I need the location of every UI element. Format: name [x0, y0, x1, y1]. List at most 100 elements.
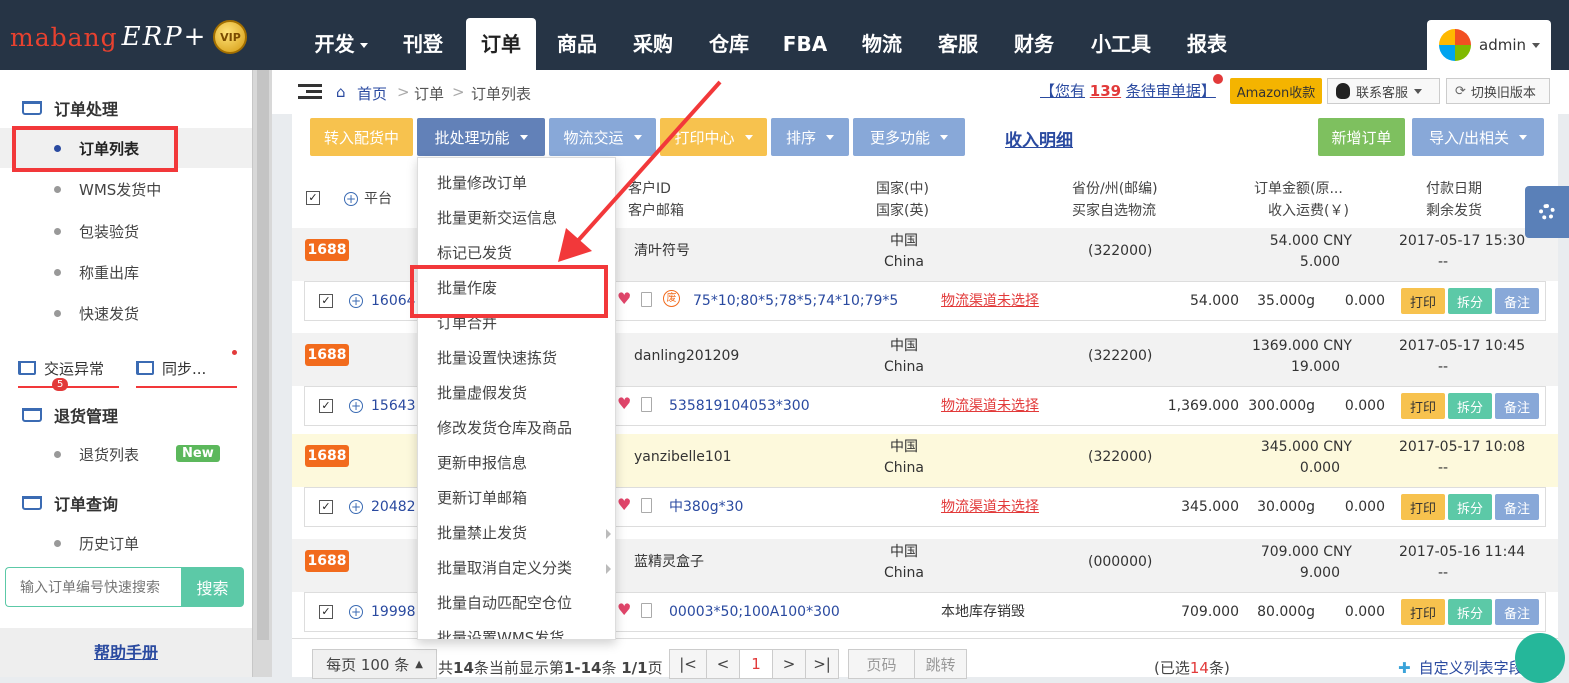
dropdown-item[interactable]: 批量自动匹配空仓位 — [437, 586, 615, 621]
breadcrumb-orders[interactable]: 订单 — [414, 83, 444, 104]
custom-list-fields-link[interactable]: ✚ 自定义列表字段 — [1398, 657, 1524, 678]
expand-row-icon[interactable]: + — [349, 500, 363, 514]
nav-listing[interactable]: 刊登 — [390, 18, 456, 70]
current-page-button[interactable]: 1 — [739, 649, 773, 679]
order-number-link[interactable]: 20482 — [371, 497, 416, 518]
sidebar-item-quick-ship[interactable]: 快速发货 — [54, 303, 139, 324]
prev-page-button[interactable]: < — [706, 649, 740, 679]
sidebar-item-history[interactable]: 历史订单 — [54, 533, 139, 554]
sku-list[interactable]: 中380g*30 — [669, 497, 743, 518]
per-page-select[interactable]: 每页 100 条 ▲ — [312, 649, 437, 679]
import-export-button[interactable]: 导入/出相关 — [1412, 118, 1544, 156]
sort-button[interactable]: 排序 — [771, 118, 849, 156]
income-details-link[interactable]: 收入明细 — [1005, 126, 1073, 151]
nav-tools[interactable]: 小工具 — [1078, 18, 1164, 70]
dropdown-item[interactable]: 更新申报信息 — [437, 446, 615, 481]
sidebar-scrollbar[interactable] — [252, 70, 272, 677]
switch-old-version-button[interactable]: ⟳ 切换旧版本 — [1446, 78, 1550, 104]
sidebar-item-wms-shipping[interactable]: WMS发货中 — [54, 179, 161, 200]
row-checkbox[interactable]: ✓ — [319, 399, 333, 413]
split-button[interactable]: 拆分 — [1448, 494, 1492, 520]
user-menu[interactable]: admin — [1427, 20, 1551, 70]
next-page-button[interactable]: > — [772, 649, 806, 679]
breadcrumb-home[interactable]: 首页 — [357, 83, 387, 104]
nav-finance[interactable]: 财务 — [1001, 18, 1067, 70]
more-functions-button[interactable]: 更多功能 — [853, 118, 965, 156]
sku-list[interactable]: 75*10;80*5;78*5;74*10;79*5 — [693, 291, 898, 312]
note-button[interactable]: 备注 — [1495, 288, 1539, 314]
split-button[interactable]: 拆分 — [1448, 288, 1492, 314]
expand-all-icon[interactable]: + — [344, 192, 358, 206]
pending-orders-notice[interactable]: 【您有 139 条待审单据】 — [1040, 74, 1223, 101]
dropdown-item[interactable]: 批量修改订单 — [437, 166, 615, 201]
logistics-channel[interactable]: 物流渠道未选择 — [941, 291, 1039, 312]
nav-reports[interactable]: 报表 — [1174, 18, 1240, 70]
order-number-link[interactable]: 15643 — [371, 396, 416, 417]
jump-button[interactable]: 跳转 — [914, 649, 967, 679]
batch-functions-button[interactable]: 批处理功能 — [417, 118, 545, 156]
add-order-button[interactable]: 新增订单 — [1318, 118, 1405, 156]
sidebar-shortcut-sync[interactable]: 同步... — [136, 350, 237, 388]
amazon-payment-button[interactable]: Amazon收款 — [1230, 78, 1322, 104]
split-button[interactable]: 拆分 — [1448, 599, 1492, 625]
nav-develop[interactable]: 开发 — [302, 18, 380, 70]
first-page-button[interactable]: |< — [669, 649, 707, 679]
logistics-channel[interactable]: 本地库存销毁 — [941, 602, 1025, 623]
note-button[interactable]: 备注 — [1495, 494, 1539, 520]
to-allocation-button[interactable]: 转入配货中 — [310, 118, 413, 156]
expand-row-icon[interactable]: + — [349, 605, 363, 619]
print-center-button[interactable]: 打印中心 — [660, 118, 767, 156]
print-button[interactable]: 打印 — [1401, 288, 1445, 314]
row-checkbox[interactable]: ✓ — [319, 294, 333, 308]
row-checkbox[interactable]: ✓ — [319, 500, 333, 514]
sidebar-section-order-query[interactable]: 订单查询 — [22, 491, 118, 515]
nav-warehouse[interactable]: 仓库 — [696, 18, 762, 70]
row-checkbox[interactable]: ✓ — [319, 605, 333, 619]
sidebar-shortcut-shipping-exception[interactable]: 交运异常 5 — [18, 350, 119, 391]
collapse-menu-icon[interactable] — [298, 84, 322, 100]
dropdown-item[interactable]: 批量取消自定义分类 — [437, 551, 615, 586]
dropdown-item[interactable]: 批量更新交运信息 — [437, 201, 615, 236]
dropdown-item[interactable]: 批量虚假发货 — [437, 376, 615, 411]
settings-gear-button[interactable] — [1525, 186, 1569, 238]
dropdown-item[interactable]: 更新订单邮箱 — [437, 481, 615, 516]
sidebar-section-returns[interactable]: 退货管理 — [22, 403, 118, 427]
sku-list[interactable]: 535819104053*300 — [669, 396, 810, 417]
split-button[interactable]: 拆分 — [1448, 393, 1492, 419]
scroll-top-button[interactable] — [1515, 633, 1565, 683]
nav-customer-service[interactable]: 客服 — [925, 18, 991, 70]
order-number-link[interactable]: 16064 — [371, 291, 416, 312]
help-manual-link[interactable]: 帮助手册 — [0, 628, 252, 677]
print-button[interactable]: 打印 — [1401, 393, 1445, 419]
mabang-erp-logo[interactable]: mabang ERP+ VIP — [10, 20, 248, 54]
note-button[interactable]: 备注 — [1495, 393, 1539, 419]
last-page-button[interactable]: >| — [805, 649, 839, 679]
sidebar-item-return-list[interactable]: 退货列表 — [54, 444, 139, 465]
nav-purchase[interactable]: 采购 — [620, 18, 686, 70]
nav-fba[interactable]: FBA — [772, 18, 838, 70]
order-number-link[interactable]: 19998 — [371, 602, 416, 623]
dropdown-item[interactable]: 批量设置快速拣货 — [437, 341, 615, 376]
logistics-channel[interactable]: 物流渠道未选择 — [941, 396, 1039, 417]
dropdown-item[interactable]: 批量设置WMS发货 — [437, 621, 615, 639]
print-button[interactable]: 打印 — [1401, 494, 1445, 520]
sidebar-item-packing-check[interactable]: 包装验货 — [54, 221, 139, 242]
scrollbar-thumb[interactable] — [257, 70, 269, 640]
contact-support-button[interactable]: 联系客服 — [1327, 78, 1440, 104]
expand-row-icon[interactable]: + — [349, 294, 363, 308]
nav-logistics[interactable]: 物流 — [849, 18, 915, 70]
select-all-checkbox[interactable]: ✓ — [306, 191, 320, 205]
print-button[interactable]: 打印 — [1401, 599, 1445, 625]
sidebar-item-weigh-out[interactable]: 称重出库 — [54, 262, 139, 283]
logistics-channel[interactable]: 物流渠道未选择 — [941, 497, 1039, 518]
order-search-input[interactable] — [5, 567, 182, 607]
sku-list[interactable]: 00003*50;100A100*300 — [669, 602, 840, 623]
nav-products[interactable]: 商品 — [544, 18, 610, 70]
sidebar-section-order-processing[interactable]: 订单处理 — [22, 96, 118, 120]
note-button[interactable]: 备注 — [1495, 599, 1539, 625]
expand-row-icon[interactable]: + — [349, 399, 363, 413]
page-number-input[interactable]: 页码 — [848, 649, 915, 679]
logistics-dispatch-button[interactable]: 物流交运 — [549, 118, 656, 156]
dropdown-item[interactable]: 修改发货仓库及商品 — [437, 411, 615, 446]
search-button[interactable]: 搜索 — [181, 567, 244, 607]
